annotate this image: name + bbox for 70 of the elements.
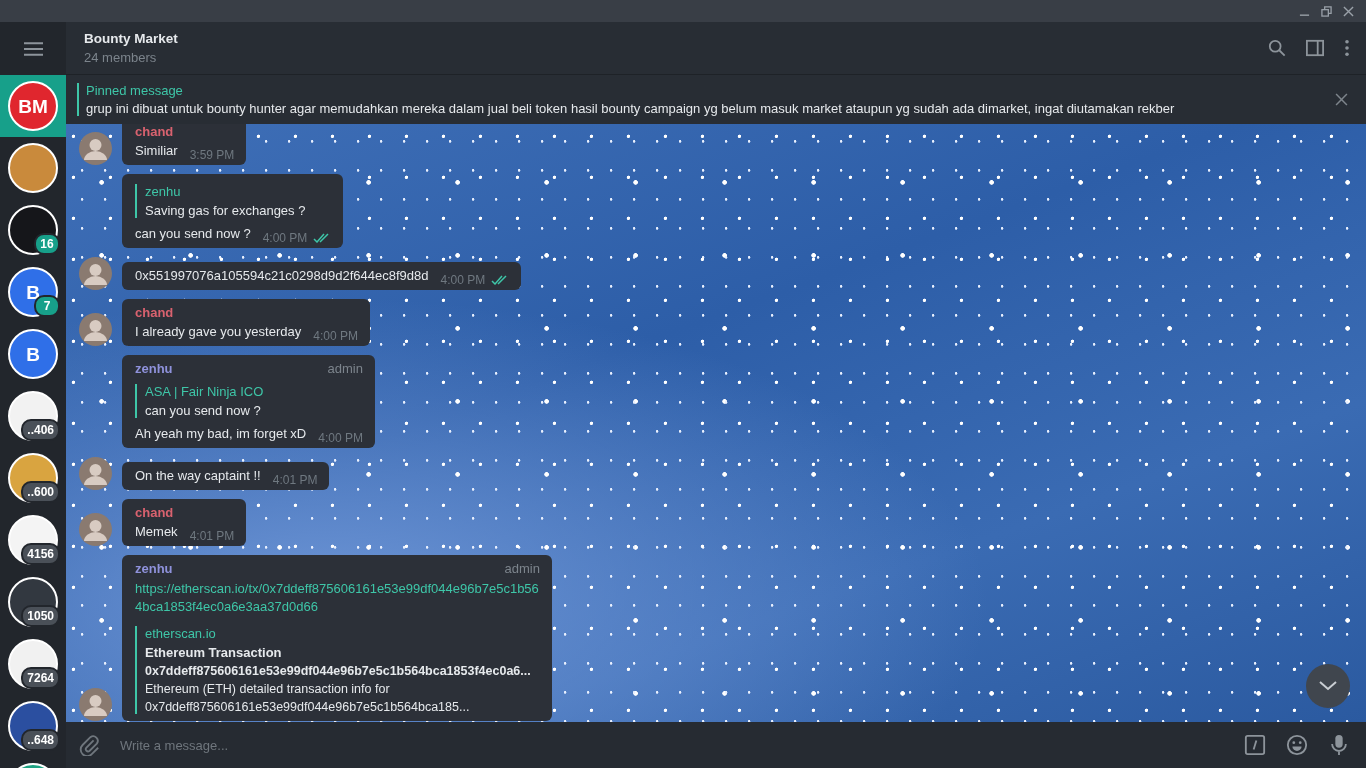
unread-badge: 7264	[21, 667, 60, 689]
chevron-down-icon	[1319, 681, 1337, 691]
link-preview[interactable]: etherscan.io Ethereum Transaction 0x7ddeff875606161e53e99df044e96b7e5c1b564bca1853f4ec0a6... Ethereum (ETH) detailed transaction info for 0x7ddeff875606161e53e99df044e96b7e5c1b564bca185...	[135, 626, 540, 714]
admin-label: admin	[504, 561, 540, 576]
pinned-text: grup ini dibuat untuk bounty hunter agar memudahkan mereka dalam jual beli token hasil bounty campaign yg belum masuk market ataupun yg sudah ada dimarket, ingat diutamakan rekber	[86, 101, 1176, 116]
sender-name[interactable]: zenhu	[135, 561, 173, 576]
restore-icon[interactable]	[1321, 5, 1332, 17]
side-panel-icon[interactable]	[1306, 39, 1324, 57]
chat-item[interactable]: ..600	[0, 447, 66, 509]
chat-item[interactable]: 4156	[0, 509, 66, 571]
unread-badge: 1050	[21, 605, 60, 627]
chat-avatar: BM	[8, 81, 58, 131]
message-text: can you send now ?	[135, 226, 251, 241]
message-time: 4:01 PM	[272, 473, 318, 487]
chat-item[interactable]: B	[0, 323, 66, 385]
sender-name[interactable]: chand	[135, 124, 174, 139]
more-icon[interactable]	[1344, 39, 1350, 57]
unread-badge: 4156	[21, 543, 60, 565]
preview-text: 0x7ddeff875606161e53e99df044e96b7e5c1b564bca185...	[145, 700, 471, 714]
commands-icon[interactable]	[1244, 734, 1266, 756]
chat-item[interactable]: B 7	[0, 261, 66, 323]
message-text: Memek	[135, 524, 178, 539]
preview-title: Ethereum Transaction	[145, 645, 283, 660]
link[interactable]: https://etherscan.io/tx/0x7ddeff875606161e53e99df044e96b7e5c1b564bca1853f4ec0a6e3aa37d0d66	[135, 580, 540, 616]
message-time: 4:00 PM	[318, 431, 363, 445]
member-count: 24 members	[84, 50, 158, 65]
scroll-down-button[interactable]	[1306, 664, 1350, 708]
message-time: 3:59 PM	[189, 148, 235, 162]
admin-label: admin	[327, 361, 363, 376]
reply-sender: zenhu	[145, 184, 182, 199]
close-icon[interactable]	[1343, 5, 1354, 17]
reply-quote[interactable]: ASA | Fair Ninja ICO can you send now ?	[135, 384, 363, 418]
unread-badge: 16	[34, 233, 60, 255]
preview-site: etherscan.io	[145, 626, 217, 641]
sender-name[interactable]: chand	[135, 505, 174, 520]
message-text: I already gave you yesterday	[135, 324, 302, 339]
reply-quote[interactable]: zenhu Saving gas for exchanges ?	[135, 184, 332, 218]
message-text: On the way captaint !!	[135, 468, 261, 483]
unread-badge: ..600	[21, 481, 60, 503]
message-time: 4:00 PM	[313, 329, 358, 343]
reply-sender: ASA | Fair Ninja ICO	[145, 384, 265, 399]
unread-badge: ..648	[21, 729, 60, 751]
chat-item[interactable]: ..406	[0, 385, 66, 447]
message-time: 4:00 PM	[262, 231, 308, 245]
chat-title: Bounty Market	[84, 31, 179, 46]
sender-name[interactable]: chand	[135, 305, 174, 320]
chat-avatar: B	[8, 329, 58, 379]
preview-text: 0x7ddeff875606161e53e99df044e96b7e5c1b564bca1853f4ec0a6...	[145, 664, 532, 678]
message-text: Ah yeah my bad, im forget xD	[135, 426, 307, 441]
menu-icon[interactable]	[23, 41, 43, 56]
chat-item[interactable]: 7264	[0, 633, 66, 695]
message-text: 0x551997076a105594c21c0298d9d2f644ec8f9d8d	[135, 268, 429, 283]
close-icon[interactable]	[1335, 93, 1348, 106]
reply-text: Saving gas for exchanges ?	[145, 203, 307, 218]
chat-item[interactable]: BM	[0, 75, 66, 137]
microphone-icon[interactable]	[1328, 734, 1350, 756]
preview-text: Ethereum (ETH) detailed transaction info for	[145, 682, 391, 696]
message-input[interactable]: Write a message...	[118, 736, 1224, 754]
message-time: 4:00 PM	[440, 273, 486, 287]
paperclip-icon[interactable]	[78, 734, 100, 756]
chat-item[interactable]: 1050	[0, 571, 66, 633]
chat-item[interactable]: ..648	[0, 695, 66, 757]
search-icon[interactable]	[1268, 39, 1286, 57]
sender-name[interactable]: zenhu	[135, 361, 173, 376]
emoji-icon[interactable]	[1286, 734, 1308, 756]
pinned-label: Pinned message	[86, 83, 184, 98]
message-time: 4:01 PM	[189, 529, 235, 543]
message-text: Similiar	[135, 143, 178, 158]
reply-text: can you send now ?	[145, 403, 262, 418]
unread-badge: ..406	[21, 419, 60, 441]
